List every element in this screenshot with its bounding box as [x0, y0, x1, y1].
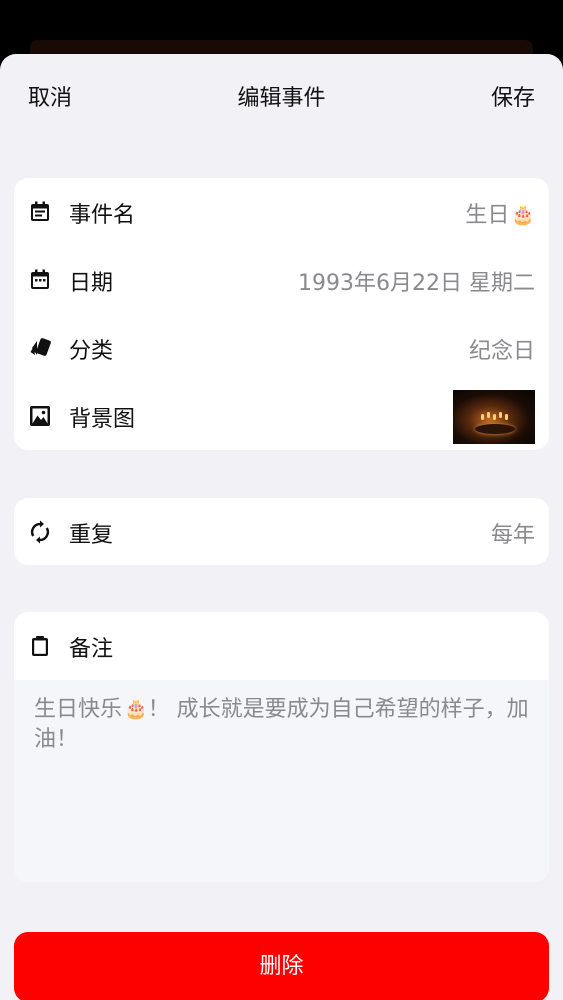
date-row[interactable]: 日期 1993年6月22日 星期二 [14, 246, 549, 314]
event-name-text: 生日 [465, 203, 510, 228]
cake-emoji: 🎂 [511, 204, 535, 226]
repeat-row[interactable]: 重复 每年 [14, 498, 549, 566]
category-value[interactable]: 纪念日 [469, 333, 535, 365]
nav-bar: 取消 编辑事件 保存 [0, 54, 563, 130]
candle-flame [505, 414, 508, 420]
event-name-row[interactable]: 事件名 生日 🎂 [14, 178, 549, 246]
notes-card: 备注 生日快乐 🎂！ 成长就是要成为自己希望的样子，加油！ [14, 612, 549, 882]
notes-textarea[interactable]: 生日快乐 🎂！ 成长就是要成为自己希望的样子，加油！ [14, 680, 549, 882]
background-image-thumbnail[interactable] [453, 390, 535, 444]
calendar-icon [31, 269, 49, 289]
calendar-text-icon [31, 201, 49, 221]
repeat-label: 重复 [69, 523, 114, 548]
notes-label: 备注 [69, 637, 114, 662]
cards-icon [30, 338, 51, 356]
event-name-value[interactable]: 生日 🎂 [465, 197, 535, 229]
notes-header: 备注 [14, 612, 549, 680]
delete-button[interactable]: 删除 [14, 932, 549, 1000]
candle-flame [487, 412, 490, 418]
category-label: 分类 [69, 339, 114, 364]
clipboard-icon [32, 636, 48, 656]
background-row[interactable]: 背景图 [14, 382, 549, 450]
sync-icon [30, 520, 50, 544]
notes-text-start: 生日快乐 [34, 697, 123, 722]
repeat-card: 重复 每年 [14, 498, 549, 565]
edit-event-sheet: 取消 编辑事件 保存 事件名 生日 🎂 日期 1993年6月22日 星期二 分类… [0, 54, 563, 1000]
backdrop-card [30, 40, 533, 54]
candle-flame [499, 412, 502, 418]
page-title: 编辑事件 [237, 86, 326, 111]
repeat-value[interactable]: 每年 [491, 517, 535, 549]
date-label: 日期 [69, 271, 114, 296]
candle-flame [493, 414, 496, 420]
cake-emoji: 🎂 [124, 698, 148, 720]
event-details-card: 事件名 生日 🎂 日期 1993年6月22日 星期二 分类 纪念日 背景图 [14, 178, 549, 450]
candle-flame [481, 414, 484, 420]
cake-plate [475, 424, 515, 434]
event-name-label: 事件名 [69, 203, 136, 228]
image-icon [30, 406, 50, 426]
category-row[interactable]: 分类 纪念日 [14, 314, 549, 382]
background-label: 背景图 [69, 407, 136, 432]
date-value[interactable]: 1993年6月22日 星期二 [298, 265, 535, 297]
save-button[interactable]: 保存 [491, 80, 535, 112]
